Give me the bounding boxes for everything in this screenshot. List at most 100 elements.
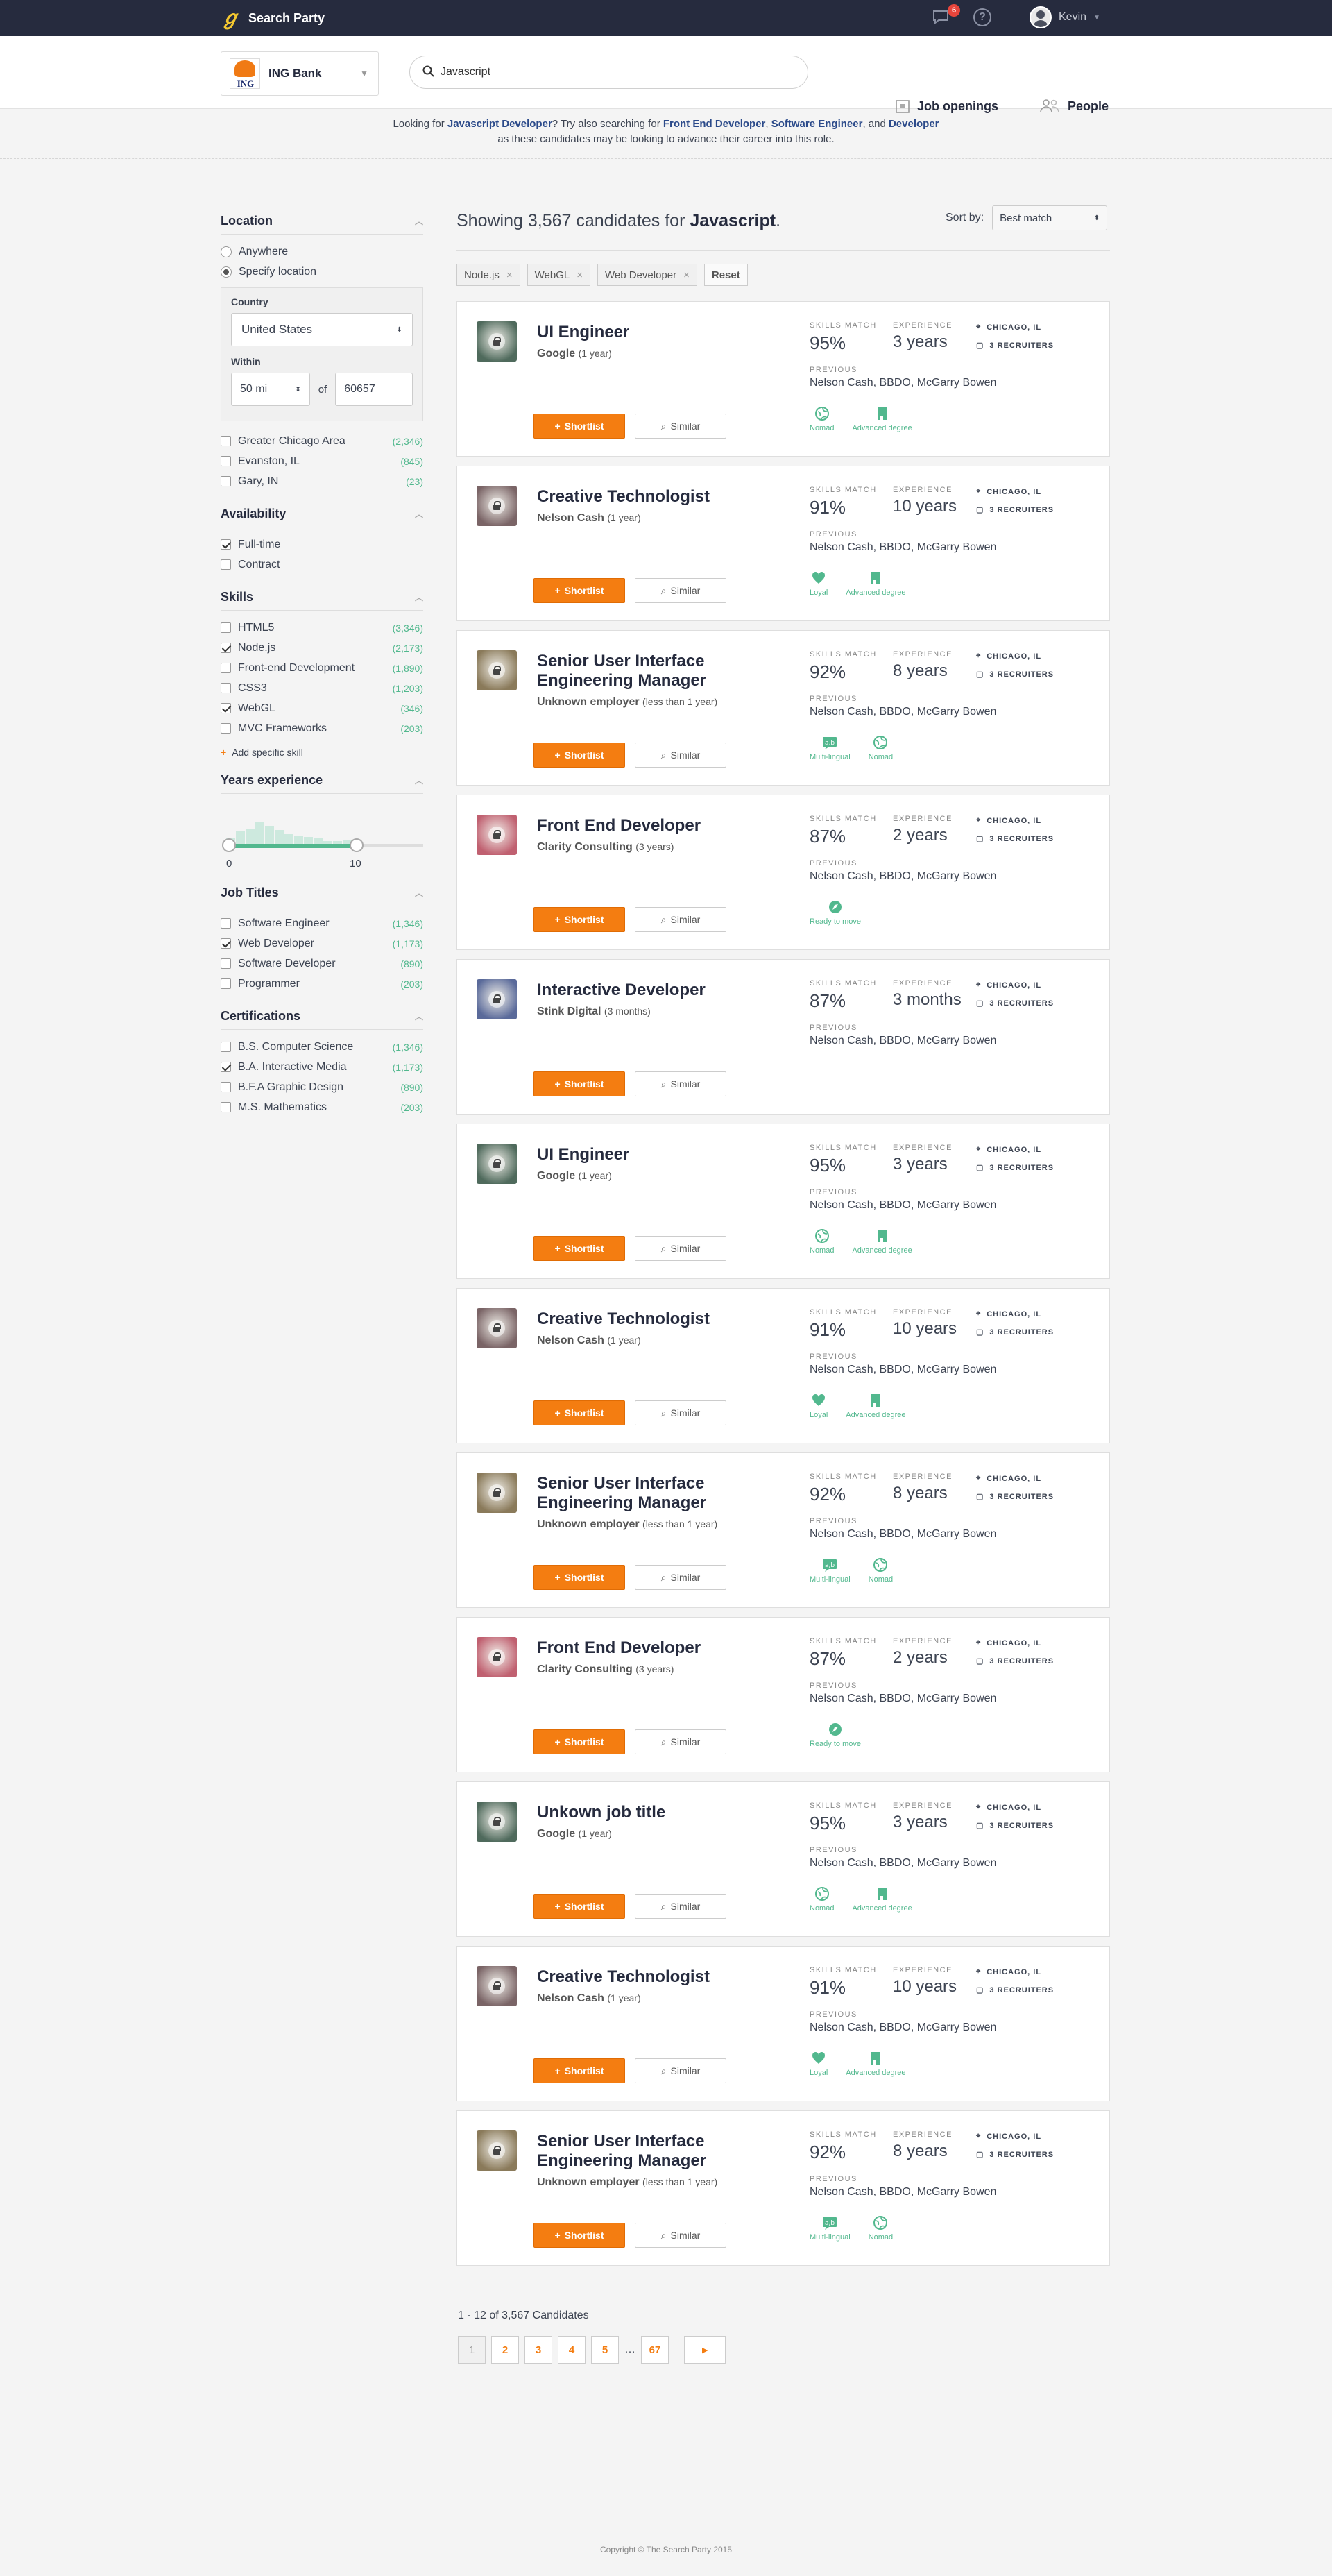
nav-people[interactable]: People [1039,99,1109,114]
zip-input[interactable]: 60657 [335,373,413,406]
filter-chip[interactable]: Node.js × [456,264,520,286]
chevron-up-icon[interactable]: ︿ [415,1010,423,1022]
suggested-term-link[interactable]: Javascript Developer [447,118,552,130]
candidate-title[interactable]: Front End Developer Clarity Consulting (3… [537,1638,745,1677]
next-page-button[interactable]: ▸ [684,2336,726,2364]
radio-button[interactable] [221,246,232,257]
job-title-option[interactable]: Programmer (203) [221,974,423,994]
checkbox[interactable] [221,643,231,653]
candidate-title[interactable]: UI Engineer Google (1 year) [537,1145,745,1183]
close-icon[interactable]: × [683,269,690,281]
similar-button[interactable]: ⌕ Similar [635,1729,726,1754]
checkbox[interactable] [221,958,231,969]
checkbox[interactable] [221,723,231,734]
checkbox[interactable] [221,918,231,929]
avatar[interactable] [477,1308,517,1348]
similar-button[interactable]: ⌕ Similar [635,2223,726,2248]
area-option[interactable]: Evanston, IL (845) [221,451,423,471]
add-skill-link[interactable]: + Add specific skill [221,747,423,758]
avatar[interactable] [477,321,517,362]
checkbox[interactable] [221,456,231,466]
search-input[interactable] [409,56,808,89]
country-select[interactable]: United States ⬍ [231,313,413,346]
similar-button[interactable]: ⌕ Similar [635,2058,726,2083]
recruiters[interactable]: ▢ 3 RECRUITERS [976,505,1054,515]
checkbox[interactable] [221,683,231,693]
recruiters[interactable]: ▢ 3 RECRUITERS [976,670,1054,679]
location-option[interactable]: Anywhere [221,242,423,262]
recruiters[interactable]: ▢ 3 RECRUITERS [976,999,1054,1008]
skill-option[interactable]: MVC Frameworks (203) [221,718,423,738]
checkbox[interactable] [221,1082,231,1092]
shortlist-button[interactable]: + Shortlist [533,1729,625,1754]
candidate-title[interactable]: Front End Developer Clarity Consulting (3… [537,816,745,854]
skill-option[interactable]: HTML5 (3,346) [221,618,423,638]
page-67-button[interactable]: 67 [641,2336,669,2364]
recruiters[interactable]: ▢ 3 RECRUITERS [976,341,1054,350]
checkbox[interactable] [221,978,231,989]
candidate-title[interactable]: Creative Technologist Nelson Cash (1 year… [537,1967,745,2006]
candidate-title[interactable]: Creative Technologist Nelson Cash (1 year… [537,1310,745,1348]
chevron-up-icon[interactable]: ︿ [415,508,423,520]
shortlist-button[interactable]: + Shortlist [533,743,625,768]
distance-select[interactable]: 50 mi ⬍ [231,373,310,406]
avatar[interactable] [477,1144,517,1184]
recruiters[interactable]: ▢ 3 RECRUITERS [976,1492,1054,1502]
checkbox[interactable] [221,1042,231,1052]
shortlist-button[interactable]: + Shortlist [533,578,625,603]
candidate-title[interactable]: Interactive Developer Stink Digital (3 mo… [537,981,745,1019]
skill-option[interactable]: Front-end Development (1,890) [221,658,423,678]
checkbox[interactable] [221,938,231,949]
candidate-title[interactable]: Senior User Interface Engineering Manage… [537,2132,745,2189]
skill-option[interactable]: CSS3 (1,203) [221,678,423,698]
shortlist-button[interactable]: + Shortlist [533,1236,625,1261]
avatar[interactable] [477,650,517,690]
candidate-title[interactable]: UI Engineer Google (1 year) [537,323,745,361]
similar-button[interactable]: ⌕ Similar [635,1071,726,1096]
checkbox[interactable] [221,476,231,486]
avatar[interactable] [477,1966,517,2006]
page-2-button[interactable]: 2 [491,2336,519,2364]
brand[interactable]: ℊ Search Party [221,8,325,28]
filter-chip[interactable]: WebGL × [527,264,590,286]
recruiters[interactable]: ▢ 3 RECRUITERS [976,1656,1054,1666]
similar-button[interactable]: ⌕ Similar [635,1236,726,1261]
filter-chip[interactable]: Web Developer × [597,264,697,286]
certification-option[interactable]: B.A. Interactive Media (1,173) [221,1057,423,1077]
avatar[interactable] [477,1473,517,1513]
sort-select[interactable]: Best match ⬍ [992,205,1108,230]
availability-option[interactable]: Contract [221,554,423,575]
shortlist-button[interactable]: + Shortlist [533,1894,625,1919]
job-title-option[interactable]: Software Developer (890) [221,954,423,974]
years-min-handle[interactable] [222,838,236,852]
certification-option[interactable]: M.S. Mathematics (203) [221,1097,423,1117]
certification-option[interactable]: B.S. Computer Science (1,346) [221,1037,423,1057]
checkbox[interactable] [221,436,231,446]
checkbox[interactable] [221,663,231,673]
avatar[interactable] [477,1637,517,1677]
candidate-title[interactable]: Creative Technologist Nelson Cash (1 year… [537,487,745,525]
recruiters[interactable]: ▢ 3 RECRUITERS [976,1985,1054,1995]
recruiters[interactable]: ▢ 3 RECRUITERS [976,1163,1054,1173]
checkbox[interactable] [221,559,231,570]
recruiters[interactable]: ▢ 3 RECRUITERS [976,1328,1054,1337]
candidate-title[interactable]: Senior User Interface Engineering Manage… [537,1474,745,1532]
recruiters[interactable]: ▢ 3 RECRUITERS [976,1821,1054,1831]
similar-button[interactable]: ⌕ Similar [635,1565,726,1590]
close-icon[interactable]: × [577,269,583,281]
location-option[interactable]: Specify location [221,262,423,282]
shortlist-button[interactable]: + Shortlist [533,907,625,932]
years-max-handle[interactable] [350,838,364,852]
job-title-option[interactable]: Software Engineer (1,346) [221,913,423,933]
chevron-up-icon[interactable]: ︿ [415,215,423,227]
radio-button[interactable] [221,266,232,278]
skill-option[interactable]: Node.js (2,173) [221,638,423,658]
company-switcher[interactable]: ING ING Bank ▼ [221,51,379,96]
user-menu[interactable]: Kevin ▼ [1030,6,1100,28]
similar-button[interactable]: ⌕ Similar [635,1894,726,1919]
page-3-button[interactable]: 3 [524,2336,552,2364]
shortlist-button[interactable]: + Shortlist [533,414,625,439]
area-option[interactable]: Gary, IN (23) [221,471,423,491]
help-icon[interactable]: ? [973,8,991,26]
page-1-button[interactable]: 1 [458,2336,486,2364]
